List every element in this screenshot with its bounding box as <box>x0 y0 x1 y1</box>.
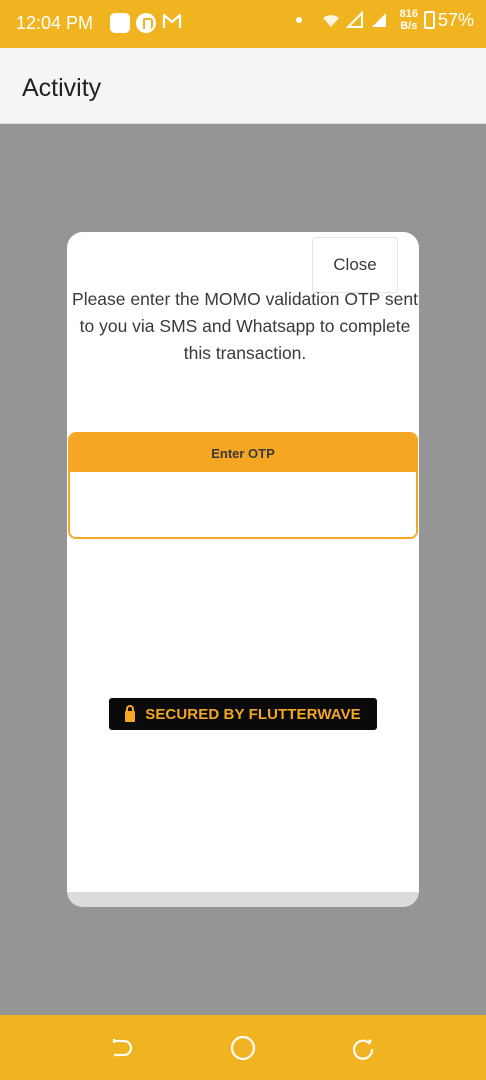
status-bar: 12:04 PM 816 B/s 57% <box>0 0 486 48</box>
recent-apps-icon[interactable] <box>350 1035 376 1061</box>
battery-icon <box>423 11 435 29</box>
lock-icon <box>125 704 136 722</box>
net-speed: 816 B/s <box>400 8 418 32</box>
battery: 57% <box>423 9 474 31</box>
secured-badge: SECURED BY FLUTTERWAVE <box>109 698 377 730</box>
page-title: Activity <box>22 74 102 102</box>
app-bar: Activity <box>0 48 486 124</box>
home-icon[interactable] <box>230 1035 256 1061</box>
status-right: 816 B/s 57% <box>295 8 474 32</box>
battery-level: 57% <box>437 9 474 30</box>
wifi-icon <box>322 14 339 27</box>
gmail-icon <box>162 12 182 34</box>
secured-text: SECURED BY FLUTTERWAVE <box>145 705 361 723</box>
back-icon[interactable] <box>109 1035 135 1061</box>
notification-dot-icon <box>295 17 302 23</box>
notification-icons <box>110 12 182 34</box>
signal-icon-2 <box>371 13 386 27</box>
close-button[interactable]: Close <box>312 237 398 293</box>
otp-label: Enter OTP <box>70 434 416 472</box>
otp-input[interactable] <box>70 472 416 537</box>
status-time: 12:04 PM <box>16 13 94 33</box>
otp-instructions: Please enter the MOMO validation OTP sen… <box>72 289 418 363</box>
net-speed-unit: B/s <box>400 20 418 32</box>
square-app-icon <box>110 13 130 33</box>
pinterest-icon <box>136 13 156 33</box>
otp-field: Enter OTP <box>68 432 418 539</box>
signal-icon <box>345 11 363 28</box>
navigation-bar <box>0 1015 486 1080</box>
net-speed-value: 816 <box>399 8 418 20</box>
